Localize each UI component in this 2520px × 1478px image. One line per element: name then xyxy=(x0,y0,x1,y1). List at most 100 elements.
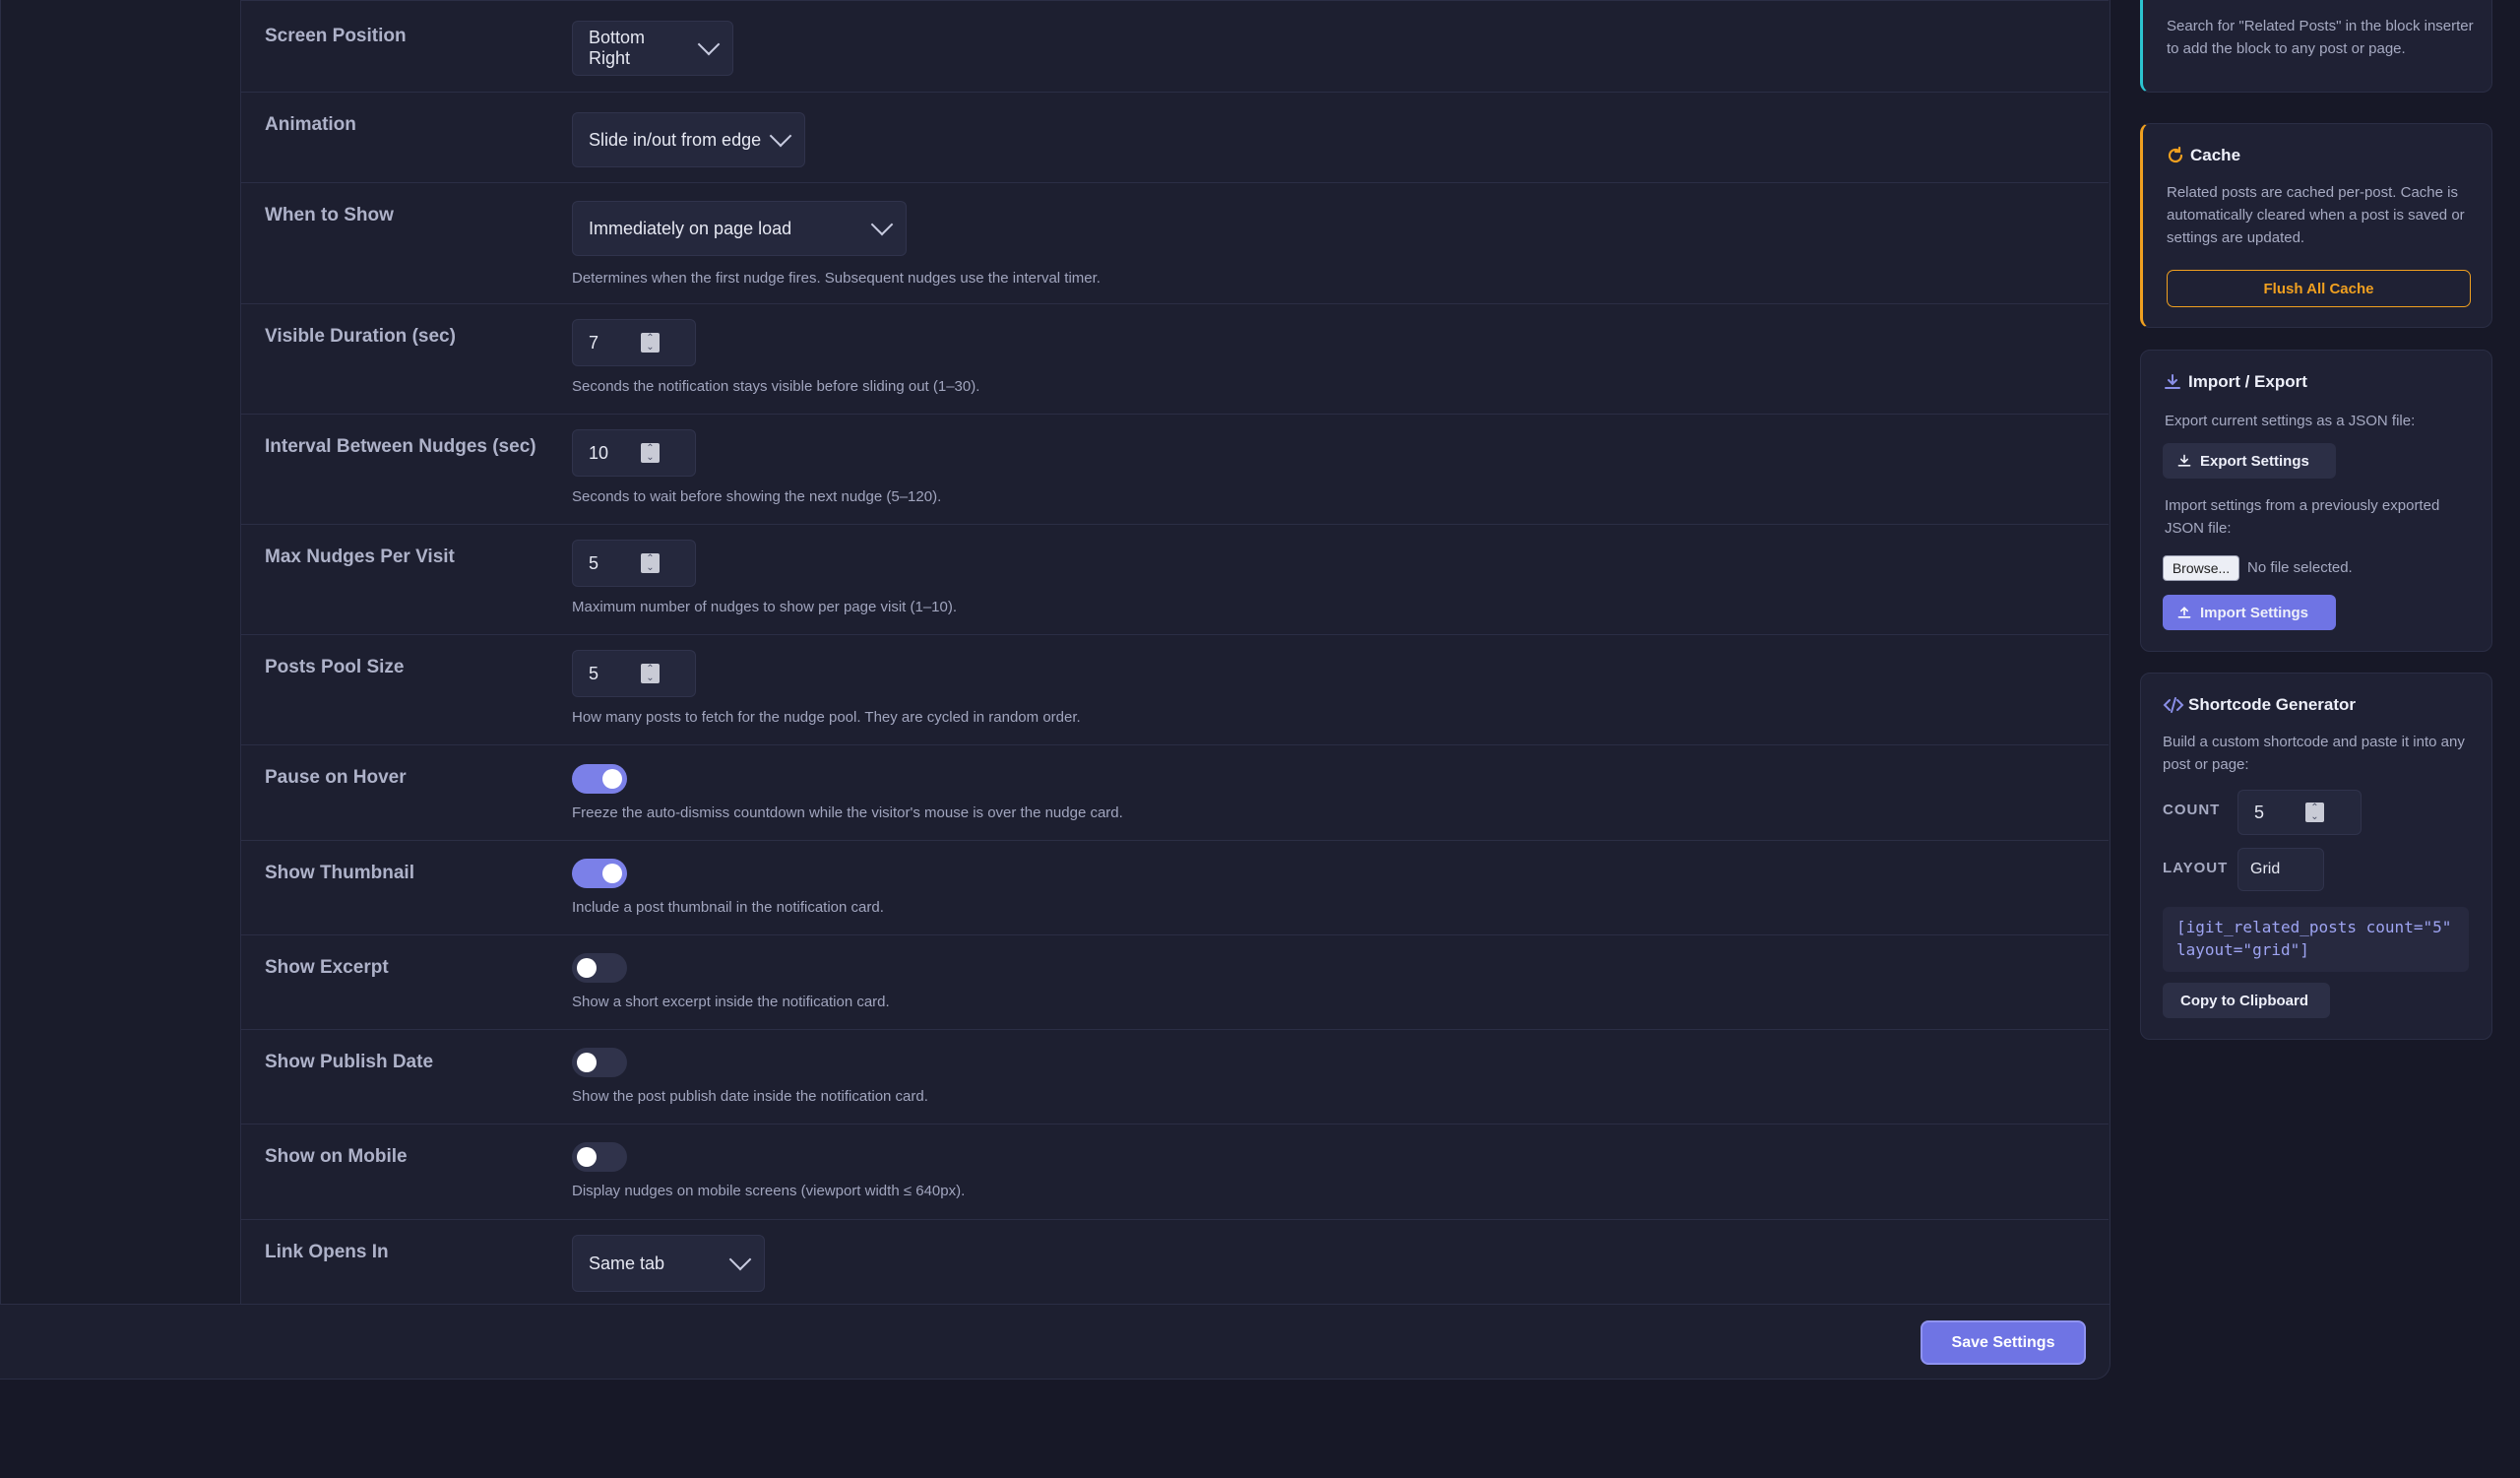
row-show-thumbnail: Show Thumbnail Include a post thumbnail … xyxy=(240,841,2109,935)
chevron-down-icon xyxy=(697,32,721,56)
when-to-show-label: When to Show xyxy=(265,205,394,225)
row-visible-duration: Visible Duration (sec) 7 ⌃ ⌄ Seconds the … xyxy=(240,304,2109,415)
animation-select[interactable]: Slide in/out from edge xyxy=(572,112,805,167)
animation-label: Animation xyxy=(265,114,356,135)
link-opens-in-value: Same tab xyxy=(589,1253,665,1273)
visible-duration-input[interactable]: 7 ⌃ ⌄ xyxy=(572,319,696,366)
download-icon xyxy=(2177,454,2191,467)
shortcode-output[interactable]: [igit_related_posts count="5" layout="gr… xyxy=(2163,907,2469,972)
show-publish-date-toggle[interactable] xyxy=(572,1048,627,1077)
import-settings-label: Import Settings xyxy=(2200,604,2309,621)
screen-position-value: Bottom Right xyxy=(589,28,646,68)
stepper-icon[interactable]: ⌃ ⌄ xyxy=(641,333,660,353)
export-text: Export current settings as a JSON file: xyxy=(2165,413,2416,429)
cache-card: Cache Related posts are cached per-post.… xyxy=(2140,123,2492,328)
pool-size-desc: How many posts to fetch for the nudge po… xyxy=(572,709,1081,726)
show-excerpt-label: Show Excerpt xyxy=(265,957,389,978)
pool-size-input[interactable]: 5 ⌃ ⌄ xyxy=(572,650,696,697)
toggle-knob xyxy=(577,1053,597,1072)
chevron-down-icon xyxy=(870,213,894,236)
settings-rows: Screen Position Bottom Right Animation S… xyxy=(240,0,2109,1312)
row-interval: Interval Between Nudges (sec) 10 ⌃ ⌄ Seco… xyxy=(240,415,2109,525)
show-thumbnail-label: Show Thumbnail xyxy=(265,863,414,883)
interval-label: Interval Between Nudges (sec) xyxy=(265,436,536,457)
row-show-publish-date: Show Publish Date Show the post publish … xyxy=(240,1030,2109,1125)
pool-size-label: Posts Pool Size xyxy=(265,657,405,677)
import-text: Import settings from a previously export… xyxy=(2165,497,2440,537)
shortcode-count-input[interactable]: 5 ⌃ ⌄ xyxy=(2237,790,2362,835)
show-excerpt-toggle[interactable] xyxy=(572,953,627,983)
settings-sidenav xyxy=(0,0,241,1304)
row-pause-on-hover: Pause on Hover Freeze the auto-dismiss c… xyxy=(240,745,2109,841)
row-when-to-show: When to Show Immediately on page load De… xyxy=(240,183,2109,304)
show-thumbnail-toggle[interactable] xyxy=(572,859,627,888)
row-max-nudges: Max Nudges Per Visit 5 ⌃ ⌄ Maximum number… xyxy=(240,525,2109,635)
screen-position-label: Screen Position xyxy=(265,26,407,46)
footer-divider xyxy=(0,1304,2110,1305)
max-nudges-input[interactable]: 5 ⌃ ⌄ xyxy=(572,540,696,587)
toggle-knob xyxy=(602,864,622,883)
visible-duration-value: 7 xyxy=(589,333,599,353)
stepper-icon[interactable]: ⌃ ⌄ xyxy=(641,443,660,463)
toggle-knob xyxy=(577,1147,597,1167)
shortcode-layout-select[interactable]: Grid xyxy=(2237,848,2324,891)
export-settings-label: Export Settings xyxy=(2200,452,2309,470)
settings-panel: Screen Position Bottom Right Animation S… xyxy=(0,0,2110,1380)
stepper-icon[interactable]: ⌃ ⌄ xyxy=(2305,803,2324,822)
stepper-icon[interactable]: ⌃ ⌄ xyxy=(641,664,660,683)
animation-value: Slide in/out from edge xyxy=(589,129,762,150)
block-tip-card: Search for "Related Posts" in the block … xyxy=(2140,0,2492,93)
pool-size-value: 5 xyxy=(589,664,599,683)
shortcode-text: Build a custom shortcode and paste it in… xyxy=(2163,734,2465,773)
import-export-card: Import / Export Export current settings … xyxy=(2140,350,2492,652)
show-thumbnail-desc: Include a post thumbnail in the notifica… xyxy=(572,899,884,916)
show-publish-date-desc: Show the post publish date inside the no… xyxy=(572,1088,928,1105)
cache-title: Cache xyxy=(2190,146,2241,164)
block-tip-text: Search for "Related Posts" in the block … xyxy=(2167,18,2474,57)
when-to-show-desc: Determines when the first nudge fires. S… xyxy=(572,270,1101,287)
upload-icon xyxy=(2177,607,2191,618)
layout-label: LAYOUT xyxy=(2163,860,2229,876)
when-to-show-value: Immediately on page load xyxy=(589,218,792,238)
show-on-mobile-toggle[interactable] xyxy=(572,1142,627,1172)
row-show-excerpt: Show Excerpt Show a short excerpt inside… xyxy=(240,935,2109,1030)
code-icon xyxy=(2163,695,2184,720)
max-nudges-label: Max Nudges Per Visit xyxy=(265,546,455,567)
row-show-on-mobile: Show on Mobile Display nudges on mobile … xyxy=(240,1125,2109,1220)
chevron-down-icon xyxy=(769,124,792,148)
interval-input[interactable]: 10 ⌃ ⌄ xyxy=(572,429,696,477)
link-opens-in-select[interactable]: Same tab xyxy=(572,1235,765,1292)
show-excerpt-desc: Show a short excerpt inside the notifica… xyxy=(572,994,890,1010)
export-settings-button[interactable]: Export Settings xyxy=(2163,443,2336,479)
save-settings-button[interactable]: Save Settings xyxy=(1921,1320,2086,1365)
copy-to-clipboard-button[interactable]: Copy to Clipboard xyxy=(2163,983,2330,1018)
chevron-down-icon xyxy=(728,1248,752,1271)
stepper-icon[interactable]: ⌃ ⌄ xyxy=(641,553,660,573)
shortcode-title: Shortcode Generator xyxy=(2188,695,2357,714)
refresh-icon xyxy=(2165,145,2186,171)
show-on-mobile-label: Show on Mobile xyxy=(265,1146,408,1167)
row-screen-position: Screen Position Bottom Right xyxy=(240,1,2109,93)
visible-duration-label: Visible Duration (sec) xyxy=(265,326,456,347)
visible-duration-desc: Seconds the notification stays visible b… xyxy=(572,378,980,395)
link-opens-in-label: Link Opens In xyxy=(265,1242,389,1262)
row-pool-size: Posts Pool Size 5 ⌃ ⌄ How many posts to f… xyxy=(240,635,2109,745)
row-animation: Animation Slide in/out from edge xyxy=(240,93,2109,183)
pause-on-hover-toggle[interactable] xyxy=(572,764,627,794)
show-on-mobile-desc: Display nudges on mobile screens (viewpo… xyxy=(572,1183,966,1199)
show-publish-date-label: Show Publish Date xyxy=(265,1052,434,1072)
pause-on-hover-label: Pause on Hover xyxy=(265,767,407,788)
cache-text: Related posts are cached per-post. Cache… xyxy=(2167,184,2465,246)
interval-value: 10 xyxy=(589,443,609,463)
screen-position-select[interactable]: Bottom Right xyxy=(572,21,733,76)
pause-on-hover-desc: Freeze the auto-dismiss countdown while … xyxy=(572,804,1123,821)
shortcode-generator-card: Shortcode Generator Build a custom short… xyxy=(2140,673,2492,1040)
import-settings-button[interactable]: Import Settings xyxy=(2163,595,2336,630)
browse-file-button[interactable]: Browse... xyxy=(2163,555,2239,581)
when-to-show-select[interactable]: Immediately on page load xyxy=(572,201,907,256)
interval-desc: Seconds to wait before showing the next … xyxy=(572,488,942,505)
max-nudges-value: 5 xyxy=(589,553,599,573)
flush-cache-button[interactable]: Flush All Cache xyxy=(2167,270,2471,307)
count-label: COUNT xyxy=(2163,802,2221,818)
toggle-knob xyxy=(577,958,597,978)
